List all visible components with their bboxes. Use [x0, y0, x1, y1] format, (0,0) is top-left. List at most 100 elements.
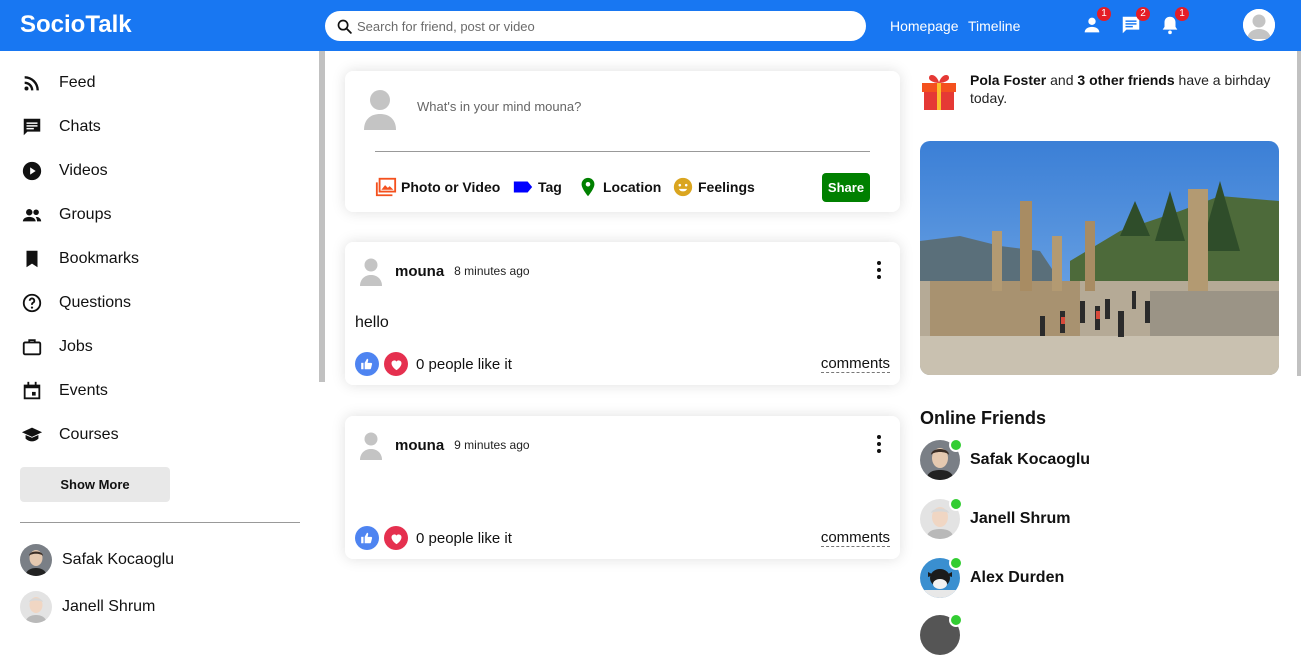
- tag-option[interactable]: Tag: [512, 176, 562, 198]
- search-bar[interactable]: [325, 11, 866, 41]
- sidebar-item-label: Courses: [59, 426, 119, 443]
- sidebar-item-label: Videos: [59, 162, 108, 179]
- sidebar-friend[interactable]: Safak Kocaoglu: [20, 544, 174, 576]
- sidebar-item-label: Events: [59, 382, 108, 399]
- location-option[interactable]: Location: [577, 176, 661, 198]
- sidebar-item-chats[interactable]: Chats: [20, 112, 101, 142]
- rss-feed-icon: [20, 71, 44, 95]
- photo-library-icon: [375, 177, 397, 197]
- heart-icon[interactable]: [384, 526, 408, 550]
- like-count: 0 people like it: [416, 529, 512, 547]
- reaction-bar: 0 people like it: [355, 526, 512, 550]
- sidebar-friend[interactable]: Janell Shrum: [20, 591, 155, 623]
- status-input[interactable]: [417, 99, 817, 114]
- option-label: Location: [603, 179, 662, 195]
- birthday-others[interactable]: 3 other friends: [1077, 72, 1174, 88]
- online-status-dot: [949, 556, 963, 570]
- photo-video-option[interactable]: Photo or Video: [375, 176, 500, 198]
- avatar: [920, 497, 963, 539]
- show-more-button[interactable]: Show More: [20, 467, 170, 502]
- search-icon: [337, 19, 352, 34]
- share-button[interactable]: Share: [822, 173, 870, 202]
- smiley-icon: [673, 177, 693, 197]
- post-card: mouna 9 minutes ago 0 people like it com…: [345, 416, 900, 559]
- like-icon[interactable]: [355, 352, 379, 376]
- sidebar-item-jobs[interactable]: Jobs: [20, 332, 93, 362]
- avatar: [920, 556, 963, 598]
- avatar: [20, 544, 52, 576]
- bookmark-icon: [20, 247, 44, 271]
- birthday-text: Pola Foster and 3 other friends have a b…: [970, 71, 1290, 111]
- comments-link[interactable]: comments: [820, 355, 890, 373]
- ruins-photo: [920, 141, 1279, 375]
- sidebar-item-bookmarks[interactable]: Bookmarks: [20, 244, 139, 274]
- notifications-badge: 1: [1175, 7, 1189, 21]
- messages-button[interactable]: 2: [1120, 7, 1150, 36]
- online-friends-title: Online Friends: [920, 408, 1047, 428]
- post-avatar[interactable]: [359, 256, 383, 286]
- friend-requests-button[interactable]: 1: [1081, 7, 1111, 36]
- post-username[interactable]: mouna: [395, 437, 444, 454]
- heart-icon[interactable]: [384, 352, 408, 376]
- online-friend[interactable]: Alex Durden: [920, 556, 1065, 598]
- sidebar-item-label: Jobs: [59, 338, 93, 355]
- default-avatar-icon: [1243, 9, 1275, 41]
- more-options-icon[interactable]: [874, 434, 884, 454]
- group-icon: [20, 203, 44, 227]
- post-card: mouna 8 minutes ago hello 0 people like …: [345, 242, 900, 385]
- tag-icon: [513, 181, 533, 193]
- sidebar-item-label: Groups: [59, 206, 112, 223]
- online-friend[interactable]: Janell Shrum: [920, 497, 1071, 539]
- top-bar: SocioTalk Homepage Timeline 1 2 1: [0, 0, 1301, 51]
- online-friend[interactable]: Safak Kocaoglu: [920, 438, 1090, 480]
- feelings-option[interactable]: Feelings: [672, 176, 755, 198]
- post-avatar[interactable]: [359, 430, 383, 460]
- friend-name: Alex Durden: [970, 569, 1065, 586]
- avatar: [920, 613, 963, 655]
- friend-name: Janell Shrum: [970, 510, 1071, 527]
- sidebar-item-feed[interactable]: Feed: [20, 68, 95, 98]
- avatar: [920, 438, 963, 480]
- sidebar-item-courses[interactable]: Courses: [20, 420, 119, 450]
- like-icon[interactable]: [355, 526, 379, 550]
- post-header: mouna 9 minutes ago: [359, 430, 530, 460]
- location-pin-icon: [581, 177, 595, 197]
- nav-timeline-link[interactable]: Timeline: [968, 18, 1020, 34]
- sidebar-item-groups[interactable]: Groups: [20, 200, 111, 230]
- notifications-button[interactable]: 1: [1159, 7, 1189, 36]
- option-label: Photo or Video: [401, 179, 501, 195]
- search-input[interactable]: [357, 18, 837, 34]
- friend-name: Safak Kocaoglu: [62, 551, 175, 568]
- sidebar-item-events[interactable]: Events: [20, 376, 108, 406]
- reaction-bar: 0 people like it: [355, 352, 512, 376]
- nav-homepage-link[interactable]: Homepage: [890, 18, 959, 34]
- sidebar-item-questions[interactable]: Questions: [20, 288, 131, 318]
- sidebar-divider: [20, 522, 300, 523]
- sidebar-item-label: Bookmarks: [59, 250, 140, 267]
- online-friend[interactable]: [920, 613, 963, 655]
- profile-avatar[interactable]: [1243, 9, 1275, 41]
- online-status-dot: [949, 613, 963, 627]
- post-username[interactable]: mouna: [395, 263, 444, 280]
- sidebar-scrollbar[interactable]: [319, 51, 325, 382]
- gift-icon: [920, 71, 958, 111]
- help-circle-icon: [20, 291, 44, 315]
- option-label: Feelings: [698, 179, 755, 195]
- messages-badge: 2: [1136, 7, 1150, 21]
- post-header: mouna 8 minutes ago: [359, 256, 530, 286]
- share-box: Photo or Video Tag Location Feelings Sha…: [345, 71, 900, 212]
- birthday-connector: and: [1046, 72, 1078, 88]
- graduation-cap-icon: [20, 423, 44, 447]
- post-timestamp: 9 minutes ago: [454, 438, 530, 452]
- birthday-friend-name[interactable]: Pola Foster: [970, 72, 1046, 88]
- comments-link[interactable]: comments: [820, 529, 890, 547]
- option-label: Tag: [538, 179, 562, 195]
- play-circle-icon: [20, 159, 44, 183]
- more-options-icon[interactable]: [874, 260, 884, 280]
- brand-logo[interactable]: SocioTalk: [20, 11, 132, 39]
- page-scrollbar[interactable]: [1297, 51, 1301, 376]
- post-text: hello: [355, 314, 389, 331]
- sidebar-item-label: Chats: [59, 118, 101, 135]
- sidebar-item-videos[interactable]: Videos: [20, 156, 108, 186]
- promo-image[interactable]: [920, 141, 1279, 375]
